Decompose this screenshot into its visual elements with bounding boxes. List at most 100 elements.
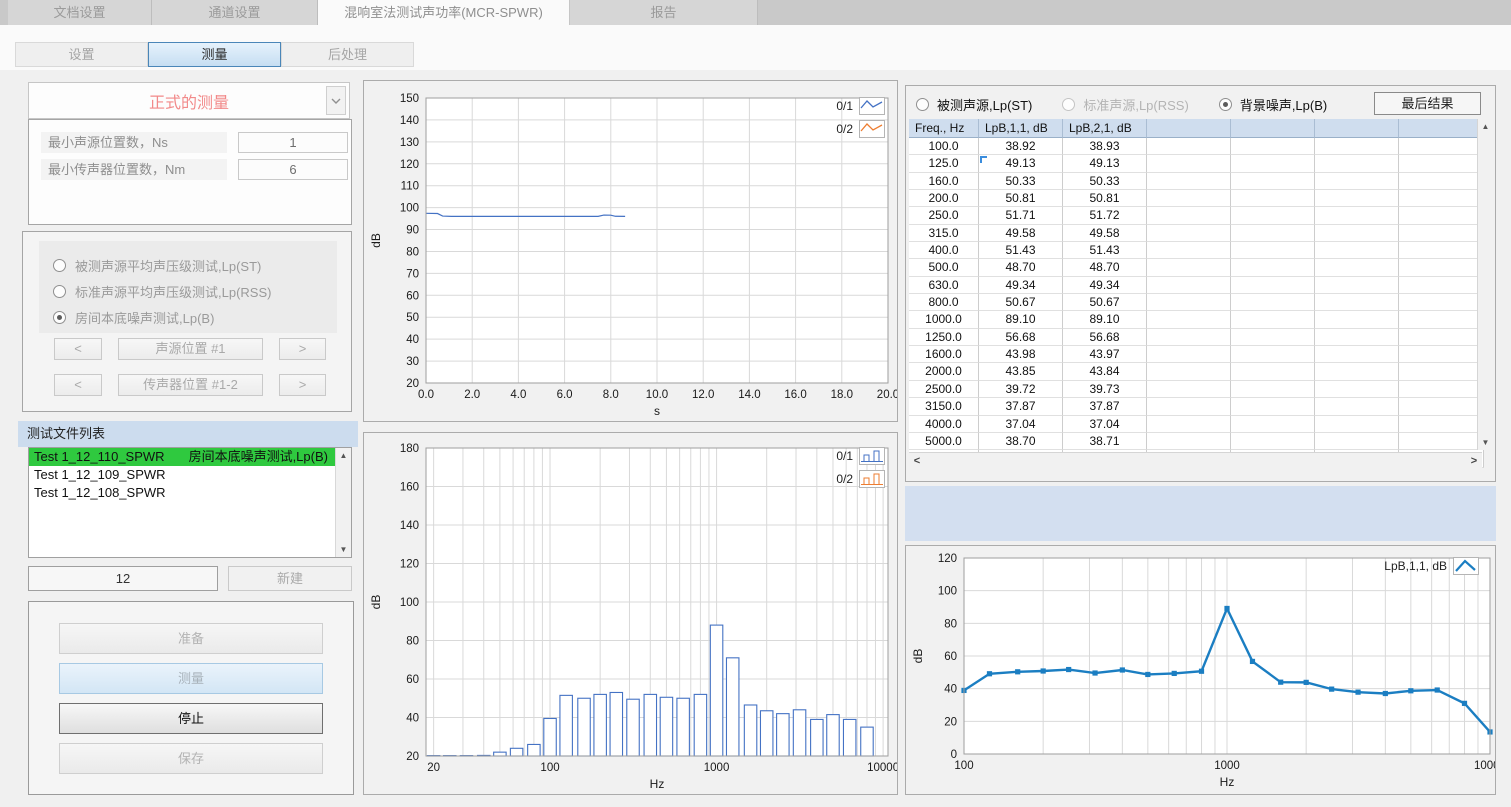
table-cell[interactable] [1399,190,1484,207]
mic-position-button[interactable]: 传声器位置 #1-2 [118,374,263,396]
table-cell[interactable] [1315,363,1399,380]
table-cell[interactable]: 1250.0 [909,329,979,346]
table-cell[interactable] [1231,363,1315,380]
table-cell[interactable]: 51.43 [1063,242,1147,259]
table-row[interactable]: 2000.043.8543.84 [909,363,1484,380]
save-button[interactable]: 保存 [59,743,323,774]
table-cell[interactable]: 125.0 [909,155,979,172]
table-cell[interactable] [1315,294,1399,311]
table-row[interactable]: 500.048.7048.70 [909,259,1484,276]
table-cell[interactable] [1315,381,1399,398]
table-cell[interactable] [1147,329,1231,346]
table-cell[interactable]: 43.97 [1063,346,1147,363]
scroll-right-icon[interactable]: > [1466,453,1482,469]
radio-icon[interactable] [53,285,66,298]
main-tab-3[interactable]: 混响室法测试声功率(MCR-SPWR) [318,0,570,25]
table-row[interactable]: 315.049.5849.58 [909,225,1484,242]
table-cell[interactable] [1399,381,1484,398]
table-cell[interactable]: 500.0 [909,259,979,276]
table-cell[interactable] [1147,311,1231,328]
table-cell[interactable] [1315,207,1399,224]
table-cell[interactable]: 49.58 [979,225,1063,242]
table-cell[interactable] [1231,277,1315,294]
table-horizontal-scrollbar[interactable]: < > [909,452,1482,469]
table-cell[interactable] [1399,173,1484,190]
measure-button[interactable]: 测量 [59,663,323,694]
table-cell[interactable] [1231,311,1315,328]
table-cell[interactable] [1231,155,1315,172]
table-row[interactable]: 1000.089.1089.10 [909,311,1484,328]
table-cell[interactable]: 1000.0 [909,311,979,328]
table-cell[interactable]: 49.34 [979,277,1063,294]
result-source-radio-2[interactable]: 标准声源,Lp(RSS) [1062,95,1188,114]
table-cell[interactable]: 3150.0 [909,398,979,415]
table-cell[interactable] [1315,416,1399,433]
table-cell[interactable] [1147,433,1231,450]
table-cell[interactable]: 38.93 [1063,138,1147,155]
table-cell[interactable]: 2000.0 [909,363,979,380]
table-cell[interactable]: 89.10 [979,311,1063,328]
table-cell[interactable] [1231,381,1315,398]
sub-tab-2[interactable]: 测量 [148,42,281,67]
table-row[interactable]: 100.038.9238.93 [909,138,1484,155]
table-cell[interactable] [1231,294,1315,311]
table-cell[interactable]: 800.0 [909,294,979,311]
table-cell[interactable] [1399,242,1484,259]
table-row[interactable]: 5000.038.7038.71 [909,433,1484,450]
source-position-next-button[interactable]: > [279,338,326,360]
table-cell[interactable] [1231,329,1315,346]
final-result-button[interactable]: 最后结果 [1374,92,1481,115]
table-cell[interactable] [1315,346,1399,363]
table-cell[interactable] [1231,173,1315,190]
table-cell[interactable] [1231,242,1315,259]
table-cell[interactable]: 50.67 [1063,294,1147,311]
radio-icon[interactable] [916,98,929,111]
table-cell[interactable]: 43.98 [979,346,1063,363]
table-cell[interactable] [1399,346,1484,363]
table-cell[interactable] [1231,225,1315,242]
radio-icon[interactable] [1062,98,1075,111]
new-file-button[interactable]: 新建 [228,566,352,591]
table-cell[interactable]: 160.0 [909,173,979,190]
table-cell[interactable] [1399,329,1484,346]
test-type-radio-3[interactable]: 房间本底噪声测试,Lp(B) [53,304,337,330]
table-cell[interactable] [1315,311,1399,328]
source-position-button[interactable]: 声源位置 #1 [118,338,263,360]
file-list-item[interactable]: Test 1_12_109_SPWR [29,466,335,484]
table-cell[interactable]: 50.67 [979,294,1063,311]
table-cell[interactable] [1147,138,1231,155]
table-cell[interactable] [1315,138,1399,155]
table-cell[interactable]: 48.70 [1063,259,1147,276]
table-cell[interactable] [1399,363,1484,380]
table-cell[interactable] [1399,225,1484,242]
table-cell[interactable] [1315,225,1399,242]
table-row[interactable]: 250.051.7151.72 [909,207,1484,224]
scroll-up-icon[interactable]: ▲ [1478,119,1493,134]
table-cell[interactable] [1399,416,1484,433]
test-type-radio-2[interactable]: 标准声源平均声压级测试,Lp(RSS) [53,278,337,304]
result-source-radio-1[interactable]: 被测声源,Lp(ST) [916,95,1032,114]
scroll-down-icon[interactable]: ▼ [1478,435,1493,450]
table-cell[interactable]: 630.0 [909,277,979,294]
table-cell[interactable] [1231,416,1315,433]
table-cell[interactable] [1147,242,1231,259]
table-cell[interactable] [1231,346,1315,363]
table-cell[interactable] [1147,155,1231,172]
table-cell[interactable] [1231,207,1315,224]
scroll-down-icon[interactable]: ▼ [336,542,351,557]
table-cell[interactable]: 5000.0 [909,433,979,450]
table-cell[interactable] [1399,311,1484,328]
table-cell[interactable]: 49.13 [1063,155,1147,172]
table-vertical-scrollbar[interactable]: ▲ ▼ [1477,119,1493,450]
table-row[interactable]: 3150.037.8737.87 [909,398,1484,415]
table-row[interactable]: 1600.043.9843.97 [909,346,1484,363]
table-cell[interactable]: 37.87 [1063,398,1147,415]
table-cell[interactable] [1147,381,1231,398]
table-row[interactable]: 125.049.1349.13 [909,155,1484,172]
table-cell[interactable] [1147,294,1231,311]
table-cell[interactable]: 56.68 [979,329,1063,346]
table-cell[interactable]: 49.58 [1063,225,1147,242]
table-cell[interactable] [1399,398,1484,415]
legend-curve-icon[interactable] [1453,557,1479,575]
table-row[interactable]: 400.051.4351.43 [909,242,1484,259]
